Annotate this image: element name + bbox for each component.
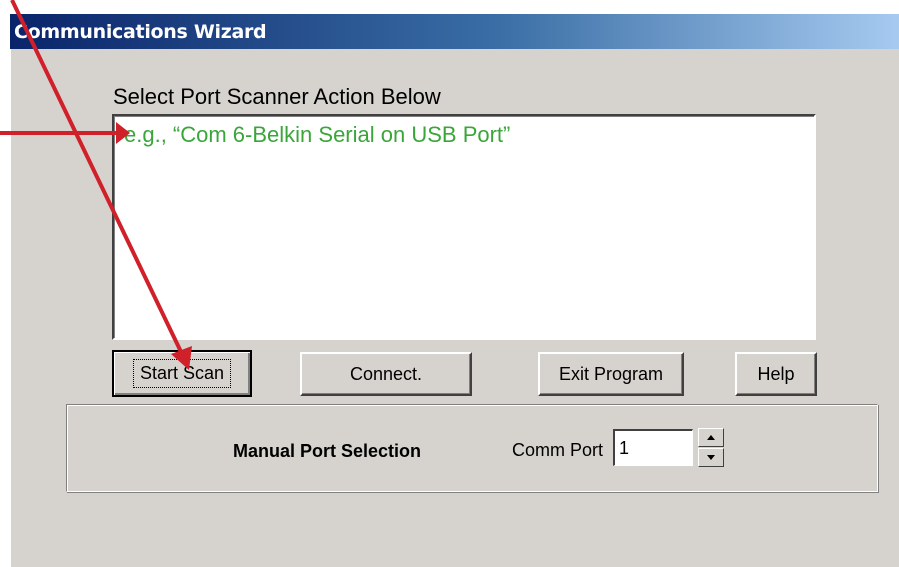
connect-label: Connect. xyxy=(349,363,423,384)
start-scan-label: Start Scan xyxy=(132,359,232,388)
connect-button[interactable]: Connect. xyxy=(300,352,472,396)
help-button[interactable]: Help xyxy=(735,352,817,396)
spin-down-button[interactable] xyxy=(698,448,724,467)
spin-up-button[interactable] xyxy=(698,428,724,447)
spin-down-icon xyxy=(707,455,715,460)
start-scan-button[interactable]: Start Scan xyxy=(112,350,252,397)
manual-port-label: Manual Port Selection xyxy=(233,441,422,461)
scanner-section-label: Select Port Scanner Action Below xyxy=(113,84,441,109)
list-item[interactable]: e.g., “Com 6-Belkin Serial on USB Port” xyxy=(124,122,510,148)
manual-port-group xyxy=(66,404,878,492)
comm-port-input[interactable] xyxy=(613,429,693,466)
title-bar[interactable]: Communications Wizard xyxy=(10,14,899,49)
port-scanner-listbox[interactable]: e.g., “Com 6-Belkin Serial on USB Port” xyxy=(112,114,816,340)
help-label: Help xyxy=(757,363,795,384)
exit-program-button[interactable]: Exit Program xyxy=(538,352,684,396)
comm-port-label: Comm Port xyxy=(512,440,604,460)
spin-up-icon xyxy=(707,435,715,440)
window-title: Communications Wizard xyxy=(14,21,267,43)
exit-program-label: Exit Program xyxy=(558,363,664,384)
